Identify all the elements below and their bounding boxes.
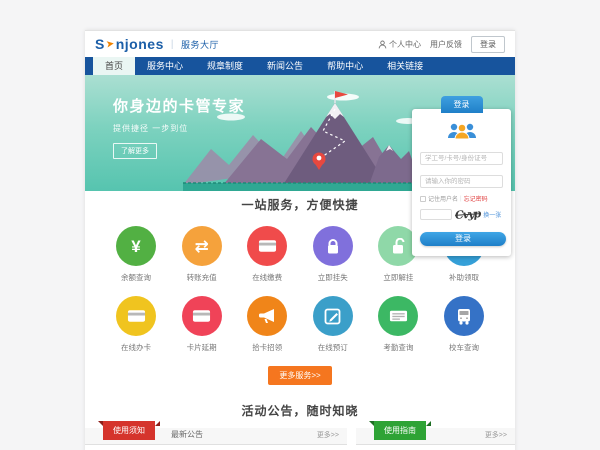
ribbon-tab-usage-notice[interactable]: 使用须知 xyxy=(103,421,155,440)
service-online-payment[interactable]: 在线缴费 xyxy=(238,226,296,283)
nav-item-related-links[interactable]: 相关链接 xyxy=(375,57,435,75)
login-submit-button[interactable]: 登录 xyxy=(420,232,506,246)
service-label: 转账充值 xyxy=(173,272,231,283)
megaphone-icon xyxy=(258,308,276,324)
page-container: S➤njones | 服务大厅 个人中心 用户反馈 登录 首页 服务中心 规章制… xyxy=(85,30,515,450)
service-transfer-recharge[interactable]: ⇄ 转账充值 xyxy=(173,226,231,283)
logo-text-right: njones xyxy=(116,36,164,52)
main-nav: 首页 服务中心 规章制度 新闻公告 帮助中心 相关链接 xyxy=(85,57,515,75)
more-services-button[interactable]: 更多服务>> xyxy=(268,366,331,385)
captcha-refresh-link[interactable]: 换一张 xyxy=(483,210,501,219)
nav-item-home[interactable]: 首页 xyxy=(93,57,135,75)
ribbon-tab-user-guide[interactable]: 使用指南 xyxy=(374,421,426,440)
tab-latest-news[interactable]: 最新公告 xyxy=(171,429,203,440)
remember-checkbox[interactable] xyxy=(420,196,426,202)
header-links: 个人中心 用户反馈 登录 xyxy=(378,36,505,53)
service-label: 余额查询 xyxy=(107,272,165,283)
captcha-image[interactable]: Cvyp xyxy=(455,207,481,222)
hero-title: 你身边的卡管专家 xyxy=(113,95,245,116)
announcement-panel-right: 使用指南 更多>> xyxy=(356,428,515,450)
service-label: 立即挂失 xyxy=(304,272,362,283)
password-input[interactable] xyxy=(420,175,503,188)
panel-left-header: 使用须知 最新公告 更多>> xyxy=(85,428,347,445)
panel-left-body xyxy=(85,445,347,450)
more-link-right[interactable]: 更多>> xyxy=(485,430,507,440)
service-attendance-query[interactable]: 考勤查询 xyxy=(369,296,427,353)
panel-right-body xyxy=(356,445,515,450)
user-feedback-label: 用户反馈 xyxy=(430,39,462,50)
user-feedback-link[interactable]: 用户反馈 xyxy=(430,39,462,50)
service-report-loss[interactable]: 立即挂失 xyxy=(304,226,362,283)
lock-icon xyxy=(325,238,341,255)
service-label: 补助领取 xyxy=(435,272,493,283)
hero-copy: 你身边的卡管专家 提供捷径 一步到位 了解更多 xyxy=(113,95,245,159)
login-options: 记住用户名 | 忘记密码 xyxy=(420,194,503,203)
login-panel: 登录 记住用户名 | 忘记密码 Cvyp 换一张 登录 xyxy=(412,109,511,256)
username-input[interactable] xyxy=(420,152,503,165)
header-login-button[interactable]: 登录 xyxy=(471,36,505,53)
logo-divider: | xyxy=(171,39,174,50)
service-online-booking[interactable]: 在线预订 xyxy=(304,296,362,353)
nav-item-help-center[interactable]: 帮助中心 xyxy=(315,57,375,75)
service-label: 卡片延期 xyxy=(173,342,231,353)
unlock-icon xyxy=(390,238,406,255)
yen-icon: ¥ xyxy=(131,238,140,255)
announcement-panels: 使用须知 最新公告 更多>> 使用指南 更多>> xyxy=(85,419,515,450)
edit-icon xyxy=(324,308,341,325)
announcement-panel-left: 使用须知 最新公告 更多>> xyxy=(85,428,347,450)
users-group-icon xyxy=(444,122,480,140)
site-title: 服务大厅 xyxy=(181,38,219,51)
bus-icon xyxy=(456,308,472,325)
remember-label: 记住用户名 xyxy=(428,194,458,203)
nav-item-rules[interactable]: 规章制度 xyxy=(195,57,255,75)
services-row-2: 在线办卡 卡片延期 拾卡招领 在线预订 xyxy=(85,296,515,353)
service-online-card-apply[interactable]: 在线办卡 xyxy=(107,296,165,353)
service-found-card-claim[interactable]: 拾卡招领 xyxy=(238,296,296,353)
brand-logo[interactable]: S➤njones | 服务大厅 xyxy=(95,36,219,52)
announcements-title: 活动公告，随时知晓 xyxy=(85,402,515,419)
nav-item-news[interactable]: 新闻公告 xyxy=(255,57,315,75)
service-balance-query[interactable]: ¥ 余额查询 xyxy=(107,226,165,283)
hero-subtitle: 提供捷径 一步到位 xyxy=(113,123,245,134)
captcha-row: Cvyp 换一张 xyxy=(420,208,503,221)
service-label: 拾卡招领 xyxy=(238,342,296,353)
transfer-arrows-icon: ⇄ xyxy=(194,238,208,255)
bank-card-icon xyxy=(192,309,211,323)
nav-item-service-center[interactable]: 服务中心 xyxy=(135,57,195,75)
personal-center-label: 个人中心 xyxy=(389,39,421,50)
forgot-password-link[interactable]: 忘记密码 xyxy=(464,194,488,203)
logo-text-left: S xyxy=(95,36,105,52)
more-link-left[interactable]: 更多>> xyxy=(317,430,339,440)
service-label: 在线缴费 xyxy=(238,272,296,283)
personal-center-link[interactable]: 个人中心 xyxy=(378,39,421,50)
hero-cta-button[interactable]: 了解更多 xyxy=(113,143,157,159)
person-icon xyxy=(378,40,387,49)
attendance-icon xyxy=(389,309,408,323)
service-label: 校车查询 xyxy=(435,342,493,353)
service-label: 在线预订 xyxy=(304,342,362,353)
login-tab[interactable]: 登录 xyxy=(441,96,483,113)
service-card-extension[interactable]: 卡片延期 xyxy=(173,296,231,353)
top-header: S➤njones | 服务大厅 个人中心 用户反馈 登录 xyxy=(85,30,515,57)
bank-card-icon xyxy=(258,239,277,253)
panel-right-header: 使用指南 更多>> xyxy=(356,428,515,445)
service-label: 立即解挂 xyxy=(369,272,427,283)
service-school-bus-query[interactable]: 校车查询 xyxy=(435,296,493,353)
service-label: 在线办卡 xyxy=(107,342,165,353)
captcha-input[interactable] xyxy=(420,209,452,220)
logo-arrow-icon: ➤ xyxy=(105,38,115,50)
service-label: 考勤查询 xyxy=(369,342,427,353)
bank-card-icon xyxy=(127,309,146,323)
